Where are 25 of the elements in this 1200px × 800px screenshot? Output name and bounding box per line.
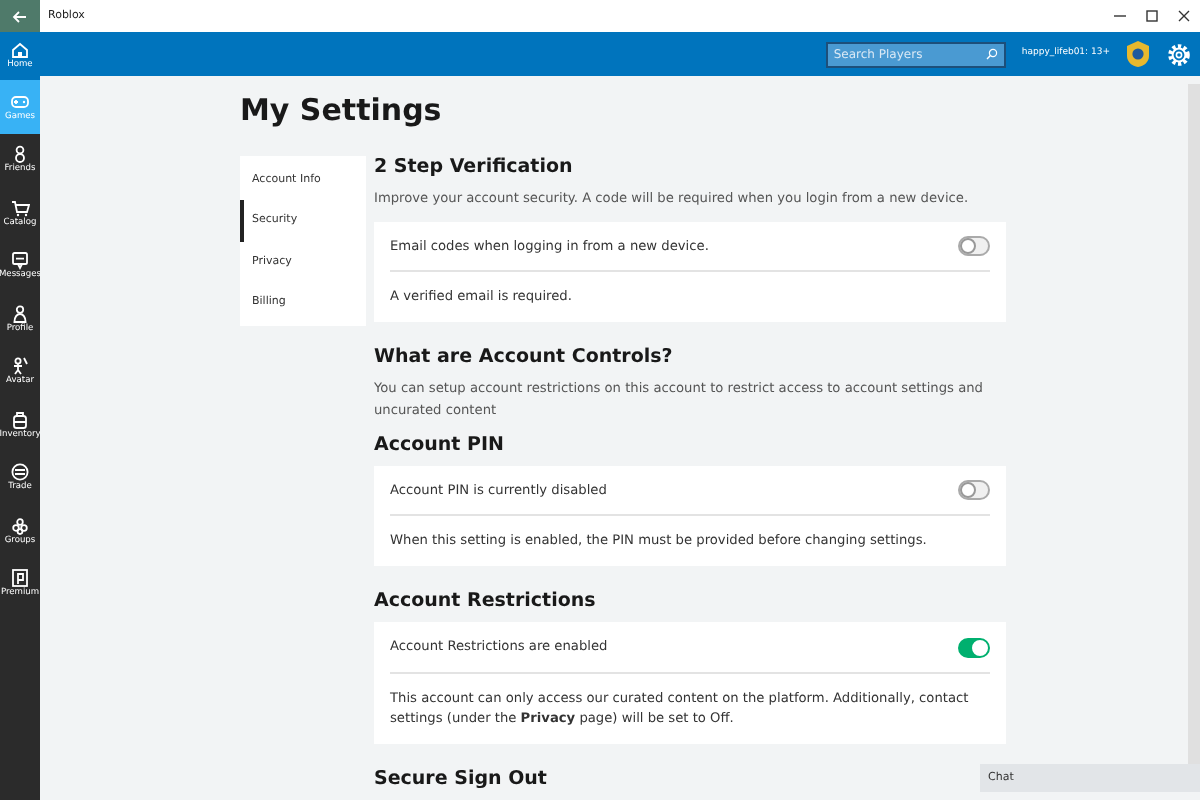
- toggle-switch[interactable]: [958, 236, 990, 257]
- section-heading: Account Restrictions: [374, 590, 596, 613]
- back-arrow-icon: [12, 9, 28, 23]
- people-icon: [10, 144, 30, 165]
- toggle-switch[interactable]: [958, 637, 990, 658]
- back-button[interactable]: [0, 0, 40, 32]
- chat-bubble-icon: [10, 250, 30, 271]
- cart-icon: [10, 197, 30, 218]
- search-icon: [985, 48, 998, 60]
- settings-icon[interactable]: [1166, 41, 1192, 67]
- section-heading: What are Account Controls?: [374, 346, 673, 369]
- section-heading: 2 Step Verification: [374, 156, 573, 179]
- gamepad-icon: [10, 91, 30, 112]
- home-icon: [10, 40, 30, 61]
- premium-icon: [10, 568, 30, 589]
- shield-badge-icon[interactable]: [1126, 40, 1150, 68]
- section-heading: Secure Sign Out: [374, 768, 547, 791]
- backpack-icon: [10, 409, 30, 430]
- toggle-switch[interactable]: [958, 480, 990, 501]
- person-icon: [10, 303, 30, 324]
- section-heading: Account PIN: [374, 433, 504, 456]
- page-title: My Settings: [240, 92, 444, 128]
- trade-icon: [10, 462, 30, 483]
- group-icon: [10, 515, 30, 536]
- figure-icon: [10, 356, 30, 377]
